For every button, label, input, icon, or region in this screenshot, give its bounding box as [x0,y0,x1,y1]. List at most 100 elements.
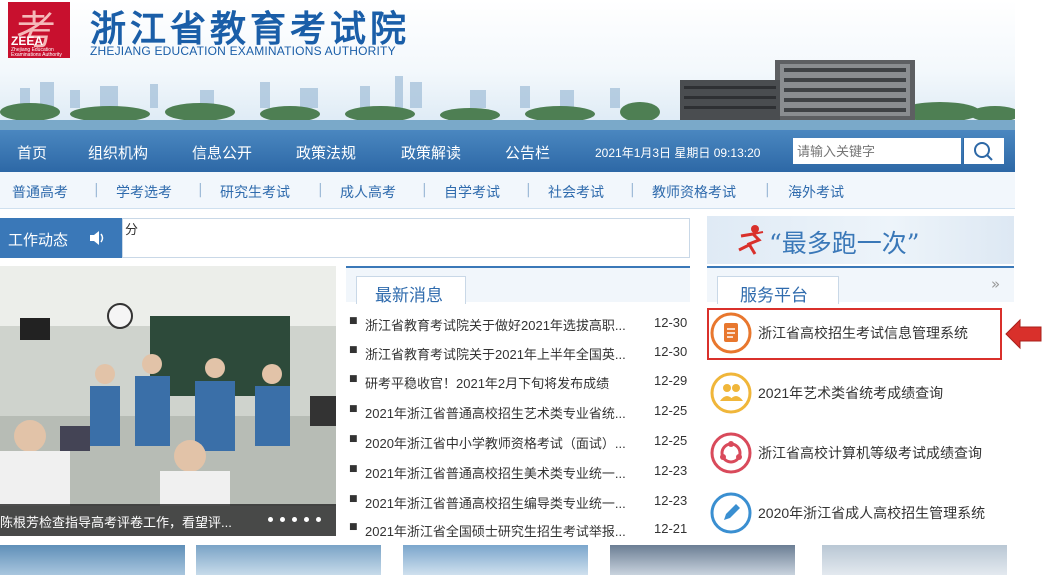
news-item[interactable]: ■ 2021年浙江省普通高校招生编导类专业统一... 12-23 [346,488,690,516]
subnav-item-gaokao[interactable]: 普通高考 [12,182,68,202]
news-item[interactable]: ■ 研考平稳收官！2021年2月下旬将发布成绩 12-29 [346,368,690,396]
carousel-dot[interactable] [292,517,297,522]
search-button[interactable] [963,138,1004,164]
news-item[interactable]: ■ 2021年浙江省普通高校招生美术类专业统一... 12-23 [346,458,690,486]
work-dynamics-ticker[interactable]: 分 [125,219,138,238]
tab-latest-news[interactable]: 最新消息 [356,276,466,305]
current-date: 2021年1月3日 星期日 09:13:20 [595,146,761,160]
office-building [680,60,915,120]
carousel-dot[interactable] [304,517,309,522]
news-title[interactable]: 2020年浙江省中小学教师资格考试（面试）... [365,433,645,452]
bullet-icon: ■ [349,464,358,474]
nav-item-bulletin[interactable]: 公告栏 [505,142,550,163]
search-icon [974,142,993,161]
news-item[interactable]: ■ 2020年浙江省中小学教师资格考试（面试）... 12-25 [346,428,690,456]
subnav-item-teacher[interactable]: 教师资格考试 [652,182,736,202]
bottom-thumbnail[interactable] [403,545,588,575]
photo-caption[interactable]: 陈根芳检查指导高考评卷工作，看望评... [0,512,232,531]
carousel-dot[interactable] [280,517,285,522]
news-photo-carousel[interactable]: 陈根芳检查指导高考评卷工作，看望评... [0,266,336,536]
site-subtitle: ZHEJIANG EDUCATION EXAMINATIONS AUTHORIT… [90,44,396,58]
subnav-separator: | [765,182,770,198]
news-item[interactable]: ■ 浙江省教育考试院关于2021年上半年全国英... 12-30 [346,339,690,367]
carousel-dot[interactable] [268,517,273,522]
bottom-thumbnail[interactable] [610,545,795,575]
news-title[interactable]: 浙江省教育考试院关于做好2021年选拔高职... [365,315,645,334]
logo-abbr: ZEEA [11,34,44,48]
bottom-thumbnail[interactable] [196,545,381,575]
red-arrow-icon [1005,318,1042,350]
news-date: 12-23 [654,493,688,508]
news-photo [0,266,336,506]
subnav-item-xuekao[interactable]: 学考选考 [116,182,172,202]
latest-news-label: 最新消息 [375,286,443,305]
service-item-label: 2021年艺术类省统考成绩查询 [758,385,944,401]
news-title[interactable]: 浙江省教育考试院关于2021年上半年全国英... [365,344,645,363]
news-date: 12-25 [654,433,688,448]
search-input[interactable] [793,138,961,164]
news-title[interactable]: 2021年浙江省普通高校招生编导类专业统一... [365,493,645,512]
highlight-box [707,308,1002,360]
subnav-separator: | [630,182,635,198]
subnav-item-graduate[interactable]: 研究生考试 [220,182,290,202]
bullet-icon: ■ [349,494,358,504]
service-item-computer-scores[interactable]: 浙江省高校计算机等级考试成绩查询 [707,426,1014,482]
subnav-separator: | [94,182,99,198]
bottom-thumbnail[interactable] [822,545,1007,575]
bullet-icon: ■ [349,404,358,414]
tab-service-platform[interactable]: 服务平台 [717,276,839,305]
service-platform-label: 服务平台 [740,286,808,305]
subnav-separator: | [526,182,531,198]
news-date: 12-30 [654,315,688,330]
work-dynamics-label: 工作动态 [8,232,69,249]
bottom-thumbnail[interactable] [0,545,185,575]
news-item[interactable]: ■ 2021年浙江省全国硕士研究生招生考试举报... 12-21 [346,516,690,544]
zuiduo-paoyici-banner[interactable]: “最多跑一次” [707,216,1014,264]
site-header: 考 ZEEA Zhejiang Education Examinations A… [0,0,1015,130]
banner-text: “最多跑一次” [769,229,920,258]
news-title[interactable]: 2021年浙江省全国硕士研究生招生考试举报... [365,521,645,540]
subnav-item-adult[interactable]: 成人高考 [340,182,396,202]
running-figure-icon [738,225,764,255]
news-item[interactable]: ■ 浙江省教育考试院关于做好2021年选拔高职... 12-30 [346,310,690,338]
bullet-icon: ■ [349,374,358,384]
exam-category-nav: 普通高考 | 学考选考 | 研究生考试 | 成人高考 | 自学考试 | 社会考试… [0,172,1015,209]
news-title[interactable]: 2021年浙江省普通高校招生美术类专业统一... [365,463,645,482]
nav-item-regulations[interactable]: 政策法规 [296,142,356,163]
skyline-image [0,60,1015,130]
latest-news-header: 最新消息 [346,266,690,305]
news-date: 12-21 [654,521,688,536]
logo-small-text: Zhejiang Education Examinations Authorit… [11,47,62,58]
service-item-adult-admission[interactable]: 2020年浙江省成人高校招生管理系统 [707,486,1014,542]
bullet-icon: ■ [349,522,358,532]
service-platform-header: 服务平台 » [707,266,1014,305]
speaker-icon [90,231,104,245]
bullet-icon: ■ [349,345,358,355]
news-date: 12-25 [654,403,688,418]
news-date: 12-23 [654,463,688,478]
subnav-item-overseas[interactable]: 海外考试 [788,182,844,202]
bullet-icon: ■ [349,434,358,444]
pen-icon [710,492,752,534]
news-title[interactable]: 研考平稳收官！2021年2月下旬将发布成绩 [365,373,645,392]
service-item-art-scores[interactable]: 2021年艺术类省统考成绩查询 [707,366,1014,422]
subnav-separator: | [198,182,203,198]
nav-item-organization[interactable]: 组织机构 [88,142,148,163]
carousel-dot[interactable] [316,517,321,522]
nav-item-policy-interpretation[interactable]: 政策解读 [401,142,461,163]
news-item[interactable]: ■ 2021年浙江省普通高校招生艺术类专业省统... 12-25 [346,398,690,426]
cycle-icon [710,432,752,474]
nav-item-info-disclosure[interactable]: 信息公开 [192,142,252,163]
logo[interactable]: 考 ZEEA Zhejiang Education Examinations A… [8,2,70,58]
service-item-label: 2020年浙江省成人高校招生管理系统 [758,505,986,521]
subnav-separator: | [422,182,427,198]
work-dynamics-ticker-box: 分 [122,218,690,258]
subnav-item-social[interactable]: 社会考试 [548,182,604,202]
news-date: 12-29 [654,373,688,388]
nav-item-home[interactable]: 首页 [17,142,47,163]
news-title[interactable]: 2021年浙江省普通高校招生艺术类专业省统... [365,403,645,422]
work-dynamics-tab[interactable]: 工作动态 [0,218,122,258]
more-icon[interactable]: » [991,275,1000,293]
subnav-item-self-study[interactable]: 自学考试 [444,182,500,202]
service-item-label: 浙江省高校计算机等级考试成绩查询 [758,445,982,461]
